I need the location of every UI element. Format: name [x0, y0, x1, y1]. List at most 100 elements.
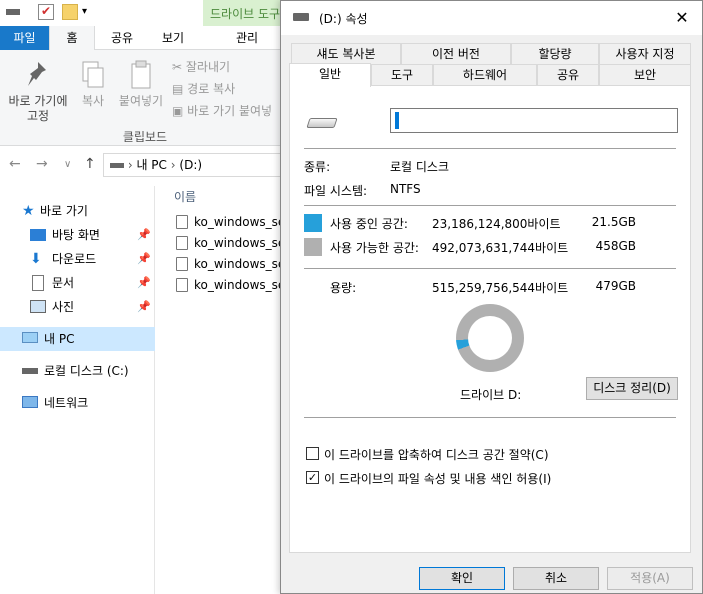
cut-button[interactable]: ✂ 잘라내기	[172, 58, 230, 75]
nav-this-pc[interactable]: 내 PC	[0, 327, 155, 351]
cancel-button[interactable]: 취소	[513, 567, 599, 590]
tab-tools[interactable]: 도구	[371, 64, 433, 85]
nav-desktop[interactable]: 바탕 화면 📌	[0, 223, 155, 247]
tab-shadow-copies[interactable]: 섀도 복사본	[291, 43, 401, 64]
apply-button[interactable]: 적용(A)	[607, 567, 693, 590]
list-item[interactable]: ko_windows_ser	[176, 254, 286, 274]
index-checkbox[interactable]: ✓	[306, 471, 319, 484]
tab-general[interactable]: 일반	[289, 63, 371, 87]
copy-button[interactable]: 복사	[76, 60, 110, 109]
tab-hardware[interactable]: 하드웨어	[433, 64, 537, 85]
file-icon	[176, 215, 188, 229]
type-label: 종류:	[304, 160, 331, 174]
used-space-bytes: 23,186,124,800바이트	[432, 217, 561, 231]
up-arrow-icon[interactable]: ↑	[84, 156, 96, 172]
forward-arrow-icon[interactable]: →	[36, 156, 48, 172]
tab-previous-versions[interactable]: 이전 버전	[401, 43, 511, 64]
divider	[304, 148, 676, 149]
tab-customize[interactable]: 사용자 지정	[599, 43, 691, 64]
free-space-bytes: 492,073,631,744바이트	[432, 241, 569, 255]
disk-cleanup-button[interactable]: 디스크 정리(D)	[586, 377, 678, 400]
pin-icon[interactable]: 📌	[137, 295, 151, 319]
star-icon: ★	[22, 203, 35, 219]
free-space-swatch	[304, 238, 322, 256]
copy-path-label: 경로 복사	[187, 82, 236, 96]
pin-icon[interactable]: 📌	[137, 223, 151, 247]
paste-button[interactable]: 붙여넣기	[114, 60, 168, 109]
compress-checkbox[interactable]	[306, 447, 319, 460]
tab-file[interactable]: 파일	[0, 26, 49, 50]
donut-hole	[468, 316, 512, 360]
nav-pictures[interactable]: 사진 📌	[0, 295, 155, 319]
tab-security[interactable]: 보안	[599, 64, 691, 85]
nav-downloads[interactable]: ⬇ 다운로드 📌	[0, 247, 155, 271]
nav-network[interactable]: 네트워크	[0, 391, 155, 415]
copy-path-icon: ▤	[172, 82, 188, 96]
tab-manage[interactable]: 관리	[220, 26, 274, 50]
pin-icon[interactable]: 📌	[137, 271, 151, 295]
recent-locations-icon[interactable]: ∨	[64, 159, 71, 170]
cut-label: 잘라내기	[185, 60, 231, 74]
column-header-name[interactable]: 이름	[174, 188, 196, 205]
divider	[304, 417, 676, 418]
pin-icon[interactable]: 📌	[137, 247, 151, 271]
address-bar[interactable]: › 내 PC › (D:)	[103, 153, 293, 177]
tab-share[interactable]: 공유	[100, 26, 144, 50]
pictures-icon	[30, 300, 46, 313]
paste-shortcut-button[interactable]: ▣ 바로 가기 붙여넣	[172, 102, 272, 119]
pin-quick-access-button[interactable]: 바로 가기에 고정	[4, 60, 72, 124]
tab-sharing[interactable]: 공유	[537, 64, 599, 85]
list-item[interactable]: ko_windows_ser	[176, 212, 286, 232]
tab-quota[interactable]: 할당량	[511, 43, 599, 64]
new-folder-icon[interactable]	[62, 4, 78, 20]
nav-quick-access[interactable]: ★ 바로 가기	[0, 199, 155, 223]
divider	[304, 268, 676, 269]
nav-local-disk-label: 로컬 디스크 (C:)	[44, 364, 129, 378]
file-icon	[176, 236, 188, 250]
drive-icon	[110, 163, 124, 168]
scissors-icon: ✂	[172, 60, 186, 74]
breadcrumb-this-pc[interactable]: 내 PC	[136, 158, 166, 172]
nav-documents-label: 문서	[52, 276, 75, 290]
nav-this-pc-label: 내 PC	[44, 332, 75, 346]
ok-button[interactable]: 확인	[419, 567, 505, 590]
compress-label[interactable]: 이 드라이브를 압축하여 디스크 공간 절약(C)	[324, 446, 549, 463]
properties-icon[interactable]: ✔	[38, 4, 54, 20]
file-name: ko_windows_ser	[194, 257, 286, 271]
paste-label: 붙여넣기	[118, 94, 164, 108]
back-arrow-icon[interactable]: ←	[9, 156, 21, 172]
document-icon	[32, 275, 44, 291]
free-space-label: 사용 가능한 공간:	[330, 241, 419, 255]
divider	[304, 205, 676, 206]
copy-path-button[interactable]: ▤ 경로 복사	[172, 80, 235, 97]
copy-label: 복사	[81, 94, 105, 108]
navigation-pane: ★ 바로 가기 바탕 화면 📌 ⬇ 다운로드 📌 문서 📌 사진 📌 내 PC	[0, 186, 155, 594]
tab-view[interactable]: 보기	[150, 26, 196, 50]
customize-toolbar-icon[interactable]: ▾	[82, 4, 98, 20]
close-icon[interactable]: ✕	[670, 6, 694, 30]
capacity-gb: 479GB	[595, 279, 636, 293]
list-item[interactable]: ko_windows_ser	[176, 233, 286, 253]
nav-downloads-label: 다운로드	[52, 252, 97, 266]
computer-icon	[22, 332, 38, 343]
text-cursor	[395, 112, 399, 129]
general-tab-panel: 종류: 로컬 디스크 파일 시스템: NTFS 사용 중인 공간: 23,186…	[289, 85, 691, 553]
used-space-label: 사용 중인 공간:	[330, 217, 408, 231]
tab-home[interactable]: 홈	[49, 26, 95, 51]
nav-pictures-label: 사진	[52, 300, 75, 314]
clipboard-group-label: 클립보드	[122, 130, 168, 144]
desktop-icon	[30, 229, 46, 241]
list-item[interactable]: ko_windows_ser	[176, 275, 286, 295]
index-label[interactable]: 이 드라이브의 파일 속성 및 내용 색인 허용(I)	[324, 470, 551, 487]
file-name: ko_windows_ser	[194, 278, 286, 292]
drive-letter-label: 드라이브 D:	[460, 388, 522, 402]
breadcrumb-drive[interactable]: (D:)	[179, 158, 202, 172]
file-icon	[176, 257, 188, 271]
nav-documents[interactable]: 문서 📌	[0, 271, 155, 295]
paste-shortcut-icon: ▣	[172, 104, 188, 118]
nav-local-disk-c[interactable]: 로컬 디스크 (C:)	[0, 359, 155, 383]
disk-usage-donut-chart	[456, 304, 524, 372]
paste-shortcut-label: 바로 가기 붙여넣	[187, 104, 273, 118]
drive-name-input[interactable]	[390, 108, 678, 133]
file-icon	[176, 278, 188, 292]
